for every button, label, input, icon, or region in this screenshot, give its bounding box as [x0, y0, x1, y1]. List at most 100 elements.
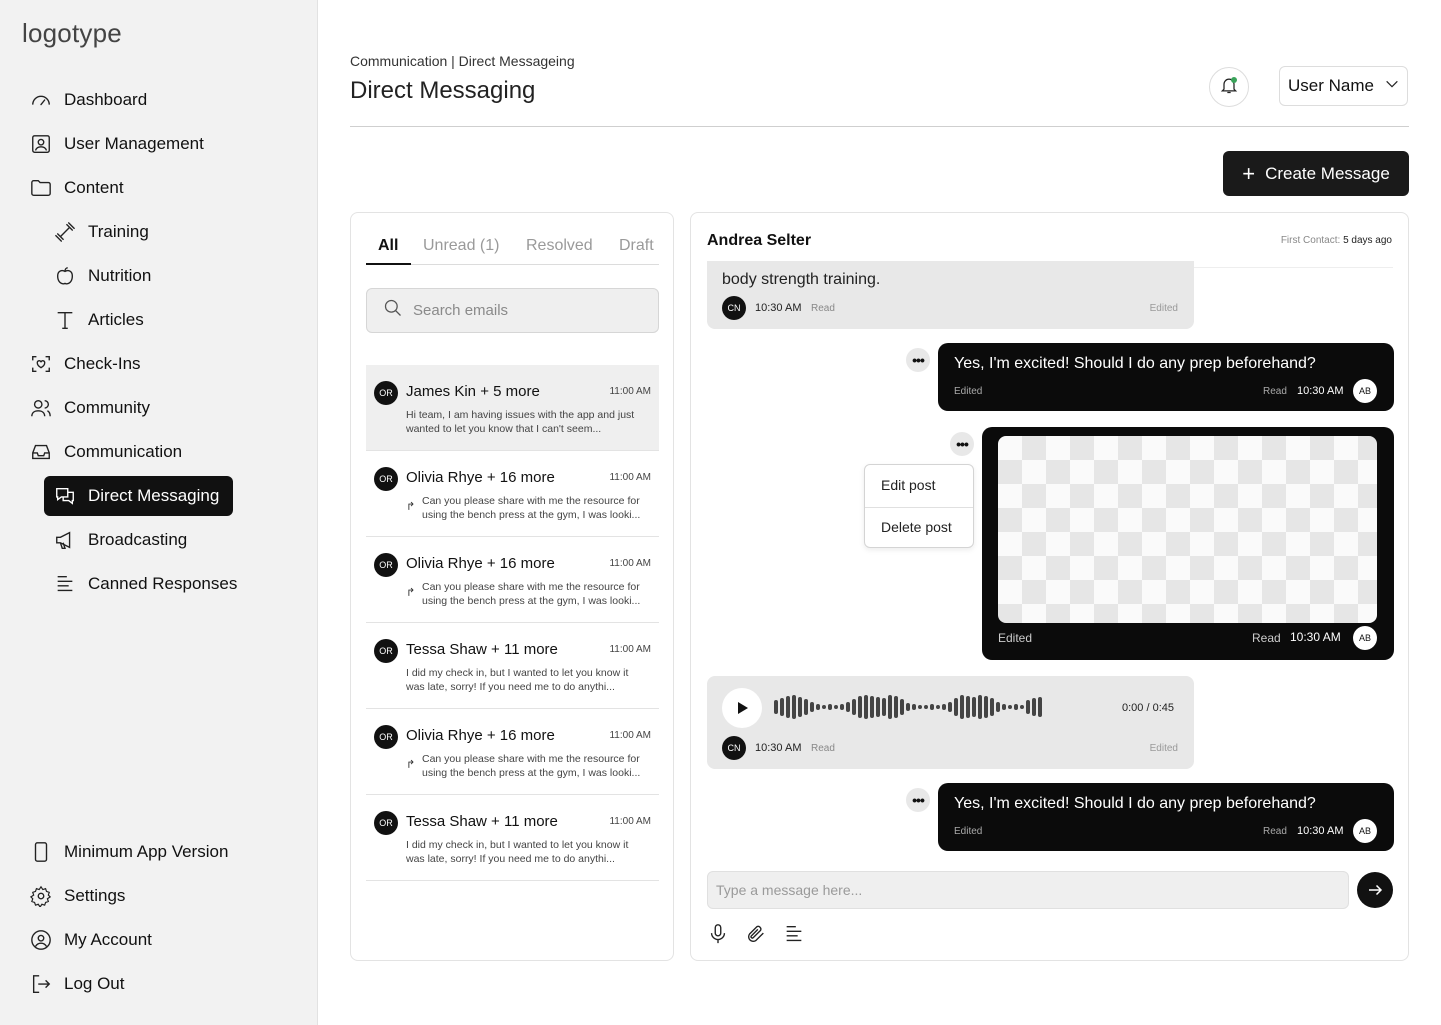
thread-name: James Kin + 5 more — [406, 383, 540, 400]
waveform-bar — [774, 700, 778, 714]
message-time: 10:30 AM — [1297, 385, 1344, 397]
tab-all[interactable]: All — [378, 237, 398, 255]
outgoing-message[interactable]: Yes, I'm excited! Should I do any prep b… — [938, 783, 1394, 851]
incoming-message[interactable]: body strength training. CN 10:30 AM Read… — [707, 261, 1194, 329]
sidebar-item-nutrition[interactable]: Nutrition — [54, 256, 151, 296]
sidebar-item-minimum-app-version[interactable]: Minimum App Version — [30, 832, 228, 872]
edit-post-option[interactable]: Edit post — [881, 477, 935, 493]
chat-panel: Andrea Selter First Contact: 5 days ago … — [690, 212, 1409, 961]
microphone-button[interactable] — [706, 922, 730, 946]
audio-waveform[interactable] — [774, 692, 1044, 722]
tab-draft[interactable]: Draft — [619, 237, 654, 255]
incoming-audio-message[interactable]: 0:00 / 0:45 CN 10:30 AM Read Edited — [707, 676, 1194, 769]
sidebar-item-communication[interactable]: Communication — [30, 432, 182, 472]
search-box — [366, 288, 659, 333]
outgoing-message[interactable]: Yes, I'm excited! Should I do any prep b… — [938, 343, 1394, 411]
thread-time: 11:00 AM — [609, 730, 651, 741]
more-options-button[interactable]: ••• — [950, 432, 974, 456]
search-input[interactable] — [413, 302, 653, 319]
play-icon — [738, 702, 748, 714]
edited-label: Edited — [1149, 743, 1178, 754]
dumbbell-icon — [54, 221, 76, 243]
sidebar-item-articles[interactable]: Articles — [54, 300, 144, 340]
tab-unread[interactable]: Unread (1) — [423, 237, 499, 255]
avatar: OR — [374, 467, 398, 491]
phone-icon — [30, 841, 52, 863]
attach-button[interactable] — [744, 922, 768, 946]
waveform-bar — [816, 704, 820, 710]
sidebar-item-label: Content — [64, 178, 124, 197]
sidebar-item-dashboard[interactable]: Dashboard — [30, 80, 147, 120]
waveform-bar — [810, 702, 814, 712]
sidebar-item-broadcasting[interactable]: Broadcasting — [54, 520, 187, 560]
message-text: Yes, I'm excited! Should I do any prep b… — [954, 795, 1316, 812]
header-divider — [350, 126, 1409, 127]
notifications-button[interactable] — [1209, 67, 1249, 107]
sidebar-item-check-ins[interactable]: Check-Ins — [30, 344, 141, 384]
more-options-button[interactable]: ••• — [906, 788, 930, 812]
sidebar: logotype Dashboard User Management Conte… — [0, 0, 318, 1025]
sidebar-item-log-out[interactable]: Log Out — [30, 964, 125, 1004]
waveform-bar — [924, 705, 928, 709]
waveform-bar — [966, 696, 970, 718]
waveform-bar — [840, 704, 844, 710]
thread-name: Olivia Rhye + 16 more — [406, 727, 555, 744]
thread-item[interactable]: OR Tessa Shaw + 11 more 11:00 AM I did m… — [366, 623, 659, 709]
waveform-bar — [900, 699, 904, 715]
waveform-bar — [894, 696, 898, 718]
tab-resolved[interactable]: Resolved — [526, 237, 593, 255]
sidebar-item-label: Community — [64, 398, 150, 417]
page-title: Direct Messaging — [350, 77, 536, 104]
active-tab-indicator — [366, 263, 411, 265]
canned-responses-button[interactable] — [782, 922, 806, 946]
waveform-bar — [1020, 705, 1024, 709]
create-message-button[interactable]: + Create Message — [1223, 151, 1409, 196]
thread-name: Olivia Rhye + 16 more — [406, 469, 555, 486]
scan-heart-icon — [30, 353, 52, 375]
reply-icon: ↱ — [406, 501, 416, 513]
breadcrumb: Communication | Direct Messageing — [350, 53, 575, 69]
avatar: OR — [374, 553, 398, 577]
thread-item[interactable]: OR Olivia Rhye + 16 more 11:00 AM ↱ Can … — [366, 709, 659, 795]
more-options-button[interactable]: ••• — [906, 348, 930, 372]
message-time: 10:30 AM — [1290, 630, 1341, 644]
thread-time: 11:00 AM — [609, 472, 651, 483]
sidebar-item-label: Log Out — [64, 974, 125, 993]
sidebar-item-direct-messaging[interactable]: Direct Messaging — [44, 476, 233, 516]
message-input[interactable] — [716, 882, 1336, 898]
user-circle-icon — [30, 929, 52, 951]
sidebar-item-settings[interactable]: Settings — [30, 876, 125, 916]
sidebar-item-canned-responses[interactable]: Canned Responses — [54, 564, 237, 604]
read-status: Read — [1263, 826, 1287, 837]
reply-icon: ↱ — [406, 587, 416, 599]
waveform-bar — [822, 705, 826, 709]
thread-preview: Can you please share with me the resourc… — [422, 495, 641, 521]
sidebar-item-my-account[interactable]: My Account — [30, 920, 152, 960]
sidebar-item-training[interactable]: Training — [54, 212, 149, 252]
waveform-bar — [798, 697, 802, 717]
sidebar-item-content[interactable]: Content — [30, 168, 124, 208]
thread-item[interactable]: OR Tessa Shaw + 11 more 11:00 AM I did m… — [366, 795, 659, 881]
user-menu[interactable]: User Name — [1279, 66, 1408, 106]
waveform-bar — [972, 697, 976, 717]
delete-post-option[interactable]: Delete post — [881, 519, 952, 535]
send-button[interactable] — [1357, 872, 1393, 908]
thread-item[interactable]: OR James Kin + 5 more 11:00 AM Hi team, … — [366, 365, 659, 451]
gear-icon — [30, 885, 52, 907]
message-time: 10:30 AM — [1297, 825, 1344, 837]
edited-label: Edited — [998, 631, 1033, 645]
waveform-bar — [1038, 697, 1042, 717]
thread-item[interactable]: OR Olivia Rhye + 16 more 11:00 AM ↱ Can … — [366, 537, 659, 623]
outgoing-image-message[interactable]: Edited Read 10:30 AM AB — [982, 427, 1394, 660]
play-button[interactable] — [722, 688, 762, 728]
avatar: CN — [722, 736, 746, 760]
inbox-panel: All Unread (1) Resolved Draft OR James K… — [350, 212, 674, 961]
thread-item[interactable]: OR Olivia Rhye + 16 more 11:00 AM ↱ Can … — [366, 451, 659, 537]
chevron-down-icon — [1384, 76, 1400, 97]
image-placeholder[interactable] — [998, 436, 1377, 623]
waveform-bar — [864, 695, 868, 719]
inbox-icon — [30, 441, 52, 463]
sidebar-item-user-management[interactable]: User Management — [30, 124, 204, 164]
waveform-bar — [1002, 704, 1006, 710]
sidebar-item-community[interactable]: Community — [30, 388, 150, 428]
